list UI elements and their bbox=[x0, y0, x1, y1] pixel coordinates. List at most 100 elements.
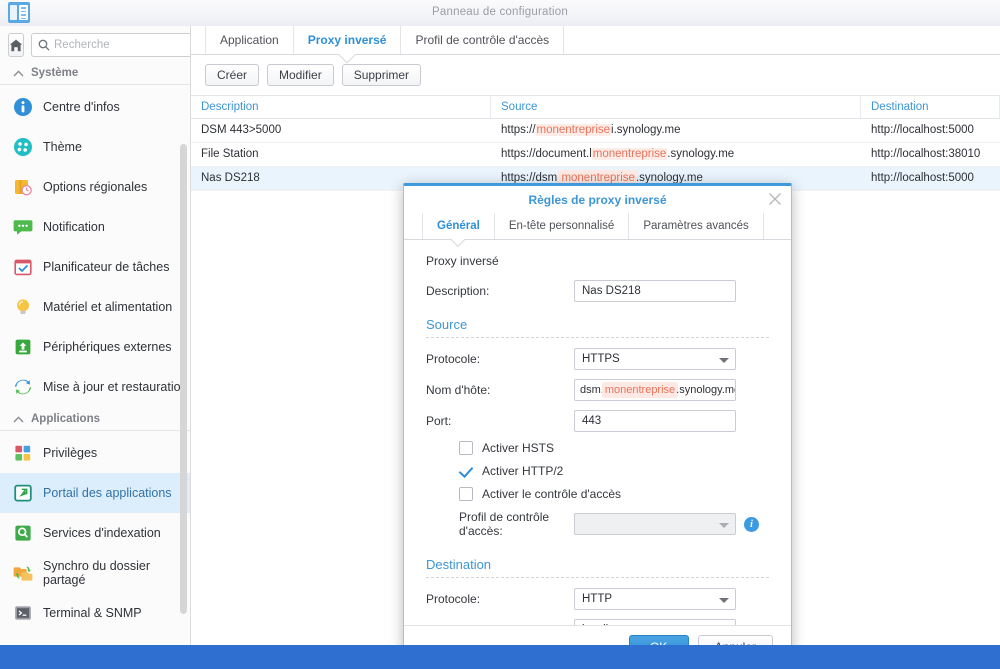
access-control-label: Activer le contrôle d'accès bbox=[482, 487, 621, 501]
table-row[interactable]: File Station https://document.lmonentrep… bbox=[191, 143, 1000, 167]
http2-checkbox[interactable] bbox=[459, 464, 473, 478]
info-icon[interactable]: i bbox=[744, 517, 759, 532]
destination-protocol-select[interactable]: HTTP bbox=[574, 588, 736, 610]
sidebar-item-mise-a-jour-et-restauration[interactable]: Mise à jour et restauration bbox=[0, 367, 190, 407]
tab-application[interactable]: Application bbox=[205, 26, 294, 54]
sidebar: Système Centre d'infos bbox=[0, 26, 191, 645]
sidebar-item-planificateur-de-taches[interactable]: Planificateur de tâches bbox=[0, 247, 190, 287]
create-button[interactable]: Créer bbox=[205, 64, 259, 86]
usb-upload-icon bbox=[13, 337, 33, 357]
sidebar-group-applications[interactable]: Applications bbox=[0, 409, 190, 431]
sidebar-item-label: Services d'indexation bbox=[43, 526, 161, 540]
window-title: Panneau de configuration bbox=[0, 6, 1000, 18]
sidebar-item-portail-des-applications[interactable]: Portail des applications bbox=[0, 473, 190, 513]
sidebar-item-centre-dinfos[interactable]: Centre d'infos bbox=[0, 87, 190, 127]
description-label: Description: bbox=[426, 284, 574, 298]
sidebar-item-synchro-du-dossier-partage[interactable]: Synchro du dossier partagé bbox=[0, 553, 190, 593]
dialog-tab-label: Paramètres avancés bbox=[643, 220, 748, 232]
access-profile-label: Profil de contrôle d'accès: bbox=[426, 510, 574, 538]
sidebar-item-theme[interactable]: Thème bbox=[0, 127, 190, 167]
cell-destination: http://localhost:5000 bbox=[861, 167, 1000, 190]
source-protocol-row: Protocole: HTTPS bbox=[426, 348, 769, 370]
sidebar-group-system[interactable]: Système bbox=[0, 63, 190, 85]
source-hostname-label: Nom d'hôte: bbox=[426, 383, 574, 397]
chevron-down-icon bbox=[719, 598, 729, 603]
desktop: Panneau de configuration bbox=[0, 0, 1000, 669]
sidebar-item-peripheriques-externes[interactable]: Périphériques externes bbox=[0, 327, 190, 367]
sidebar-group-label: Applications bbox=[31, 413, 100, 425]
sidebar-search-row bbox=[0, 26, 190, 63]
sidebar-item-materiel-et-alimentation[interactable]: Matériel et alimentation bbox=[0, 287, 190, 327]
access-control-checkbox[interactable] bbox=[459, 487, 473, 501]
content-tabs: Application Proxy inversé Profil de cont… bbox=[191, 26, 1000, 55]
dialog-body: Proxy inversé Description: Source Protoc… bbox=[404, 240, 791, 625]
sidebar-item-terminal-snmp[interactable]: Terminal & SNMP bbox=[0, 593, 190, 633]
column-header-source[interactable]: Source bbox=[491, 96, 861, 118]
search-field-wrapper[interactable] bbox=[31, 33, 191, 57]
column-header-destination[interactable]: Destination bbox=[861, 96, 1000, 118]
cell-source: https://monentreprisei.synology.me bbox=[491, 119, 861, 142]
dialog-tab-custom-header[interactable]: En-tête personnalisé bbox=[495, 213, 629, 239]
dialog-tab-advanced-settings[interactable]: Paramètres avancés bbox=[629, 213, 763, 239]
http2-label: Activer HTTP/2 bbox=[482, 464, 563, 478]
access-profile-select[interactable] bbox=[574, 513, 736, 535]
source-port-row: Port: bbox=[426, 410, 769, 432]
source-hostname-row: Nom d'hôte: dsm.monentreprise.synology.m… bbox=[426, 379, 769, 401]
access-control-row: Activer le contrôle d'accès bbox=[426, 487, 769, 501]
sidebar-scrollbar-thumb[interactable] bbox=[180, 144, 187, 614]
dialog-title: Règles de proxy inversé bbox=[528, 193, 666, 207]
sidebar-item-label: Privilèges bbox=[43, 446, 97, 460]
hsts-checkbox[interactable] bbox=[459, 441, 473, 455]
general-heading: Proxy inversé bbox=[426, 254, 769, 268]
source-hostname-input[interactable]: dsm.monentreprise.synology.me bbox=[574, 379, 736, 401]
calendar-clock-icon bbox=[13, 177, 33, 197]
source-protocol-select[interactable]: HTTPS bbox=[574, 348, 736, 370]
search-input[interactable] bbox=[54, 39, 191, 51]
sidebar-item-privileges[interactable]: Privilèges bbox=[0, 433, 190, 473]
redacted-text: monentreprise bbox=[536, 124, 612, 136]
cell-description: DSM 443>5000 bbox=[191, 119, 491, 142]
tab-proxy-inverse[interactable]: Proxy inversé bbox=[294, 26, 402, 54]
reverse-proxy-rules-dialog: Règles de proxy inversé Général En-tête … bbox=[403, 183, 792, 669]
section-divider bbox=[426, 337, 769, 338]
calendar-check-icon bbox=[13, 257, 33, 277]
section-divider bbox=[426, 577, 769, 578]
destination-protocol-row: Protocole: HTTP bbox=[426, 588, 769, 610]
sidebar-item-services-dindexation[interactable]: Services d'indexation bbox=[0, 513, 190, 553]
sidebar-item-label: Synchro du dossier partagé bbox=[43, 559, 190, 587]
home-icon bbox=[9, 39, 23, 52]
hsts-row: Activer HSTS bbox=[426, 441, 769, 455]
hsts-label: Activer HSTS bbox=[482, 441, 554, 455]
privileges-icon bbox=[13, 443, 33, 463]
dialog-tab-general[interactable]: Général bbox=[422, 213, 495, 239]
sidebar-item-notification[interactable]: Notification bbox=[0, 207, 190, 247]
cell-description: File Station bbox=[191, 143, 491, 166]
sidebar-item-label: Portail des applications bbox=[43, 486, 172, 500]
source-port-input[interactable] bbox=[574, 410, 736, 432]
tab-profil-de-controle-dacces[interactable]: Profil de contrôle d'accès bbox=[401, 26, 564, 54]
folder-sync-icon bbox=[13, 563, 33, 583]
lightbulb-icon bbox=[13, 297, 33, 317]
window-titlebar: Panneau de configuration bbox=[0, 0, 1000, 27]
grid-toolbar: Créer Modifier Supprimer bbox=[191, 55, 1000, 95]
sidebar-item-options-regionales[interactable]: Options régionales bbox=[0, 167, 190, 207]
reverse-proxy-grid: Description Source Destination DSM 443>5… bbox=[191, 95, 1000, 191]
destination-protocol-label: Protocole: bbox=[426, 592, 574, 606]
dialog-tab-label: En-tête personnalisé bbox=[509, 220, 614, 232]
desktop-taskbar bbox=[0, 645, 1000, 669]
tab-label: Profil de contrôle d'accès bbox=[415, 33, 549, 47]
tab-label: Proxy inversé bbox=[308, 33, 387, 47]
tab-label: Application bbox=[220, 33, 279, 47]
source-protocol-value: HTTPS bbox=[582, 353, 620, 365]
close-icon[interactable] bbox=[768, 192, 782, 206]
description-input[interactable] bbox=[574, 280, 736, 302]
table-row[interactable]: DSM 443>5000 https://monentreprisei.syno… bbox=[191, 119, 1000, 143]
home-button[interactable] bbox=[8, 33, 24, 57]
edit-button[interactable]: Modifier bbox=[267, 64, 334, 86]
app-portal-icon bbox=[13, 483, 33, 503]
chevron-down-icon bbox=[719, 358, 729, 363]
description-row: Description: bbox=[426, 280, 769, 302]
dialog-tabs: Général En-tête personnalisé Paramètres … bbox=[404, 213, 791, 240]
column-header-description[interactable]: Description bbox=[191, 96, 491, 118]
delete-button[interactable]: Supprimer bbox=[342, 64, 421, 86]
